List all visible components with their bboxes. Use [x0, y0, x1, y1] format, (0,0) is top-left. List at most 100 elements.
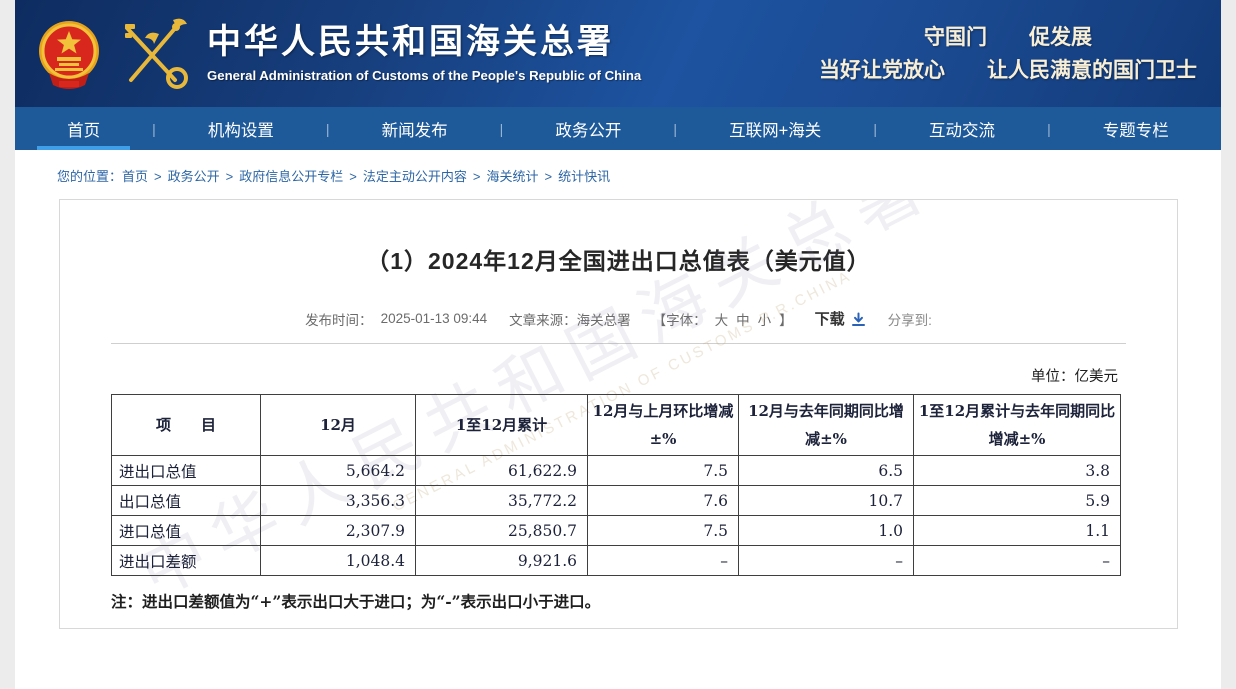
font-size-small-button[interactable]: 小	[758, 309, 772, 329]
breadcrumb-separator: >	[154, 169, 162, 184]
slogan-block: 守国门 促发展 当好让党放心 让人民满意的国门卫士	[819, 21, 1207, 87]
table-cell: 25,850.7	[416, 516, 588, 546]
download-icon[interactable]	[851, 312, 866, 330]
main-nav: 首页 | 机构设置 | 新闻发布 | 政务公开 | 互联网+海关 | 互动交流 …	[15, 107, 1221, 150]
meta-divider	[111, 343, 1126, 344]
site-container: 中华人民共和国海关总署 General Administration of Cu…	[15, 0, 1221, 689]
header-label: 项 目	[156, 416, 216, 434]
table-header-mom-change: 12月与上月环比增减±%	[588, 395, 739, 456]
breadcrumb-link-gov-info[interactable]: 政务公开	[168, 169, 220, 184]
table-header-item: 项 目	[112, 395, 261, 456]
table-cell: 7.5	[588, 456, 739, 486]
nav-item-label: 互联网+海关	[729, 117, 821, 141]
national-emblem-icon	[37, 17, 101, 91]
nav-item-label: 首页	[67, 117, 100, 141]
breadcrumb-link-home[interactable]: 首页	[122, 169, 148, 184]
nav-item-label: 机构设置	[208, 117, 274, 141]
customs-key-caduceus-icon	[113, 14, 193, 94]
header-label: 1至12月累计与去年同期同比增减±%	[919, 402, 1115, 449]
breadcrumb-link-statutory-content[interactable]: 法定主动公开内容	[363, 169, 467, 184]
breadcrumb-separator: >	[349, 169, 357, 184]
nav-item-interaction[interactable]: 互动交流	[899, 107, 1025, 150]
import-export-table: 项 目 12月 1至12月累计 12月与上月环比增减±% 12月与去年同期同比增…	[111, 394, 1121, 576]
table-header-december: 12月	[261, 395, 416, 456]
nav-item-label: 互动交流	[929, 117, 995, 141]
font-size-label-close: 】	[779, 309, 793, 329]
table-row-label: 出口总值	[112, 486, 261, 516]
breadcrumb-separator: >	[544, 169, 552, 184]
font-size-large-button[interactable]: 大	[715, 309, 729, 329]
font-size-label-open: 【字体：	[653, 309, 707, 329]
nav-item-org[interactable]: 机构设置	[178, 107, 304, 150]
nav-item-special-topics[interactable]: 专题专栏	[1073, 107, 1199, 150]
nav-item-label: 新闻发布	[382, 117, 448, 141]
table-row-label: 进口总值	[112, 516, 261, 546]
table-header-row: 项 目 12月 1至12月累计 12月与上月环比增减±% 12月与去年同期同比增…	[112, 395, 1121, 456]
table-row: 进出口差额 1,048.4 9,921.6 – – –	[112, 546, 1121, 576]
table-cell: 9,921.6	[416, 546, 588, 576]
table-cell: 7.5	[588, 516, 739, 546]
site-title-cn: 中华人民共和国海关总署	[207, 24, 641, 61]
breadcrumb-link-disclosure-column[interactable]: 政府信息公开专栏	[239, 169, 343, 184]
nav-item-home[interactable]: 首页	[37, 107, 130, 150]
header-label: 1至12月累计	[456, 416, 547, 434]
table-header-cumulative-yoy-change: 1至12月累计与去年同期同比增减±%	[914, 395, 1121, 456]
table-cell: 35,772.2	[416, 486, 588, 516]
table-cell: 7.6	[588, 486, 739, 516]
nav-separator: |	[326, 107, 330, 150]
site-title-block: 中华人民共和国海关总署 General Administration of Cu…	[207, 24, 641, 82]
nav-item-internet-customs[interactable]: 互联网+海关	[699, 107, 851, 150]
header-label: 12月与上月环比增减±%	[593, 402, 734, 449]
table-header-jan-dec-cumulative: 1至12月累计	[416, 395, 588, 456]
page-title: （1）2024年12月全国进出口总值表（美元值）	[60, 242, 1177, 276]
article-meta: 发布时间： 2025-01-13 09:44 文章来源： 海关总署 【字体： 大…	[60, 308, 1177, 329]
publish-time-label: 发布时间：	[305, 309, 373, 329]
table-cell: 5.9	[914, 486, 1121, 516]
table-row-label: 进出口总值	[112, 456, 261, 486]
nav-separator: |	[500, 107, 504, 150]
table-cell: 1.0	[739, 516, 914, 546]
source-value: 海关总署	[577, 309, 631, 329]
table-row: 进口总值 2,307.9 25,850.7 7.5 1.0 1.1	[112, 516, 1121, 546]
table-cell: –	[739, 546, 914, 576]
table-cell: 5,664.2	[261, 456, 416, 486]
share-label: 分享到:	[888, 309, 932, 329]
table-cell: 3,356.3	[261, 486, 416, 516]
unit-note: 单位：亿美元	[60, 365, 1118, 386]
table-row: 进出口总值 5,664.2 61,622.9 7.5 6.5 3.8	[112, 456, 1121, 486]
table-cell: 61,622.9	[416, 456, 588, 486]
font-size-medium-button[interactable]: 中	[736, 309, 750, 329]
nav-item-gov-info[interactable]: 政务公开	[525, 107, 651, 150]
header-label: 12月与去年同期同比增减±%	[748, 402, 904, 449]
table-cell: –	[914, 546, 1121, 576]
breadcrumb-link-customs-statistics[interactable]: 海关统计	[486, 169, 538, 184]
breadcrumb: 您的位置：首页 > 政务公开 > 政府信息公开专栏 > 法定主动公开内容 > 海关统计 > 统计快讯	[15, 150, 1221, 196]
download-button[interactable]: 下载	[815, 308, 845, 329]
nav-separator: |	[1047, 107, 1051, 150]
breadcrumb-separator: >	[226, 169, 234, 184]
table-row: 出口总值 3,356.3 35,772.2 7.6 10.7 5.9	[112, 486, 1121, 516]
table-cell: 6.5	[739, 456, 914, 486]
breadcrumb-separator: >	[473, 169, 481, 184]
nav-separator: |	[873, 107, 877, 150]
nav-item-news[interactable]: 新闻发布	[352, 107, 478, 150]
table-cell: 3.8	[914, 456, 1121, 486]
table-cell: 10.7	[739, 486, 914, 516]
slogan-line1: 守国门 促发展	[819, 21, 1197, 54]
article-card: 中华人民共和国海关总署 GENERAL ADMINISTRATION OF CU…	[59, 199, 1178, 629]
nav-separator: |	[152, 107, 156, 150]
publish-time-value: 2025-01-13 09:44	[381, 311, 488, 326]
breadcrumb-prefix: 您的位置：	[57, 169, 122, 184]
logo-group[interactable]: 中华人民共和国海关总署 General Administration of Cu…	[37, 14, 641, 94]
table-cell: 1,048.4	[261, 546, 416, 576]
site-title-en: General Administration of Customs of the…	[207, 68, 641, 83]
nav-item-label: 政务公开	[555, 117, 621, 141]
table-header-yoy-change: 12月与去年同期同比增减±%	[739, 395, 914, 456]
table-row-label: 进出口差额	[112, 546, 261, 576]
slogan-line2: 当好让党放心 让人民满意的国门卫士	[819, 54, 1197, 87]
masthead: 中华人民共和国海关总署 General Administration of Cu…	[15, 0, 1221, 107]
nav-item-label: 专题专栏	[1103, 117, 1169, 141]
nav-separator: |	[673, 107, 677, 150]
table-cell: –	[588, 546, 739, 576]
breadcrumb-link-statistics-express[interactable]: 统计快讯	[558, 169, 610, 184]
